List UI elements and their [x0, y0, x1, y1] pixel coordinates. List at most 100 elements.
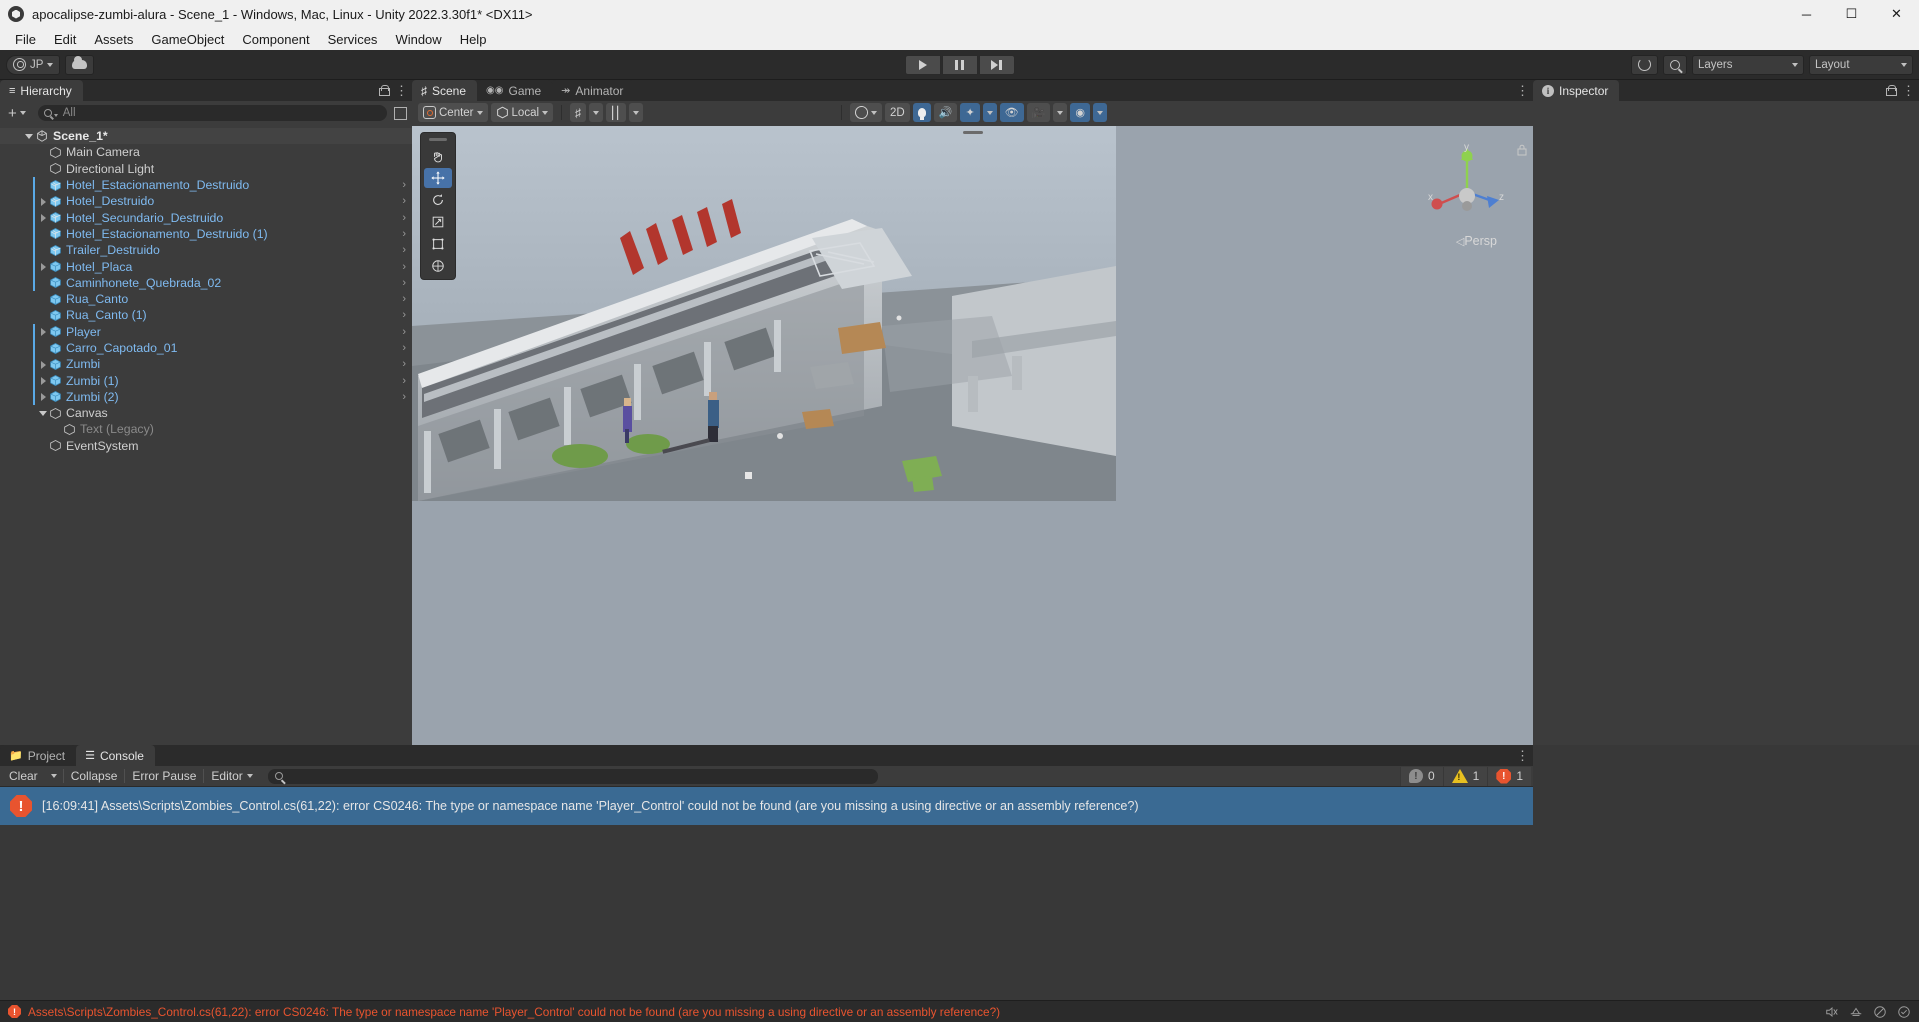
scene-fx-dropdown[interactable]	[982, 103, 997, 122]
prefab-open-arrow-icon[interactable]: ›	[402, 212, 406, 224]
prefab-open-arrow-icon[interactable]: ›	[402, 391, 406, 403]
gizmos-button[interactable]: ◉	[1070, 103, 1090, 122]
rotate-tool-button[interactable]	[424, 190, 452, 210]
scene-lighting-dropdown[interactable]	[850, 103, 883, 122]
hierarchy-item-directional-light[interactable]: Directional Light	[0, 161, 412, 177]
pivot-mode-dropdown[interactable]: Center	[418, 103, 488, 122]
move-tool-button[interactable]	[424, 168, 452, 188]
chevron-right-icon[interactable]	[38, 359, 49, 370]
scene-tools-overlay[interactable]	[420, 132, 456, 280]
hierarchy-item-caminhonete-quebrada-02[interactable]: Caminhonete_Quebrada_02 ›	[0, 274, 412, 291]
grid-dropdown[interactable]	[589, 103, 604, 122]
hierarchy-item-hotel-estacionamento-destruido[interactable]: Hotel_Estacionamento_Destruido ›	[0, 176, 412, 194]
cloud-button[interactable]	[65, 54, 95, 75]
progress-icon[interactable]	[1897, 1005, 1911, 1019]
hierarchy-item-zumbi-1[interactable]: Zumbi (1) ›	[0, 372, 412, 389]
add-gameobject-button[interactable]: +	[5, 105, 29, 122]
minimize-button[interactable]: ─	[1784, 0, 1829, 28]
menu-gameobject[interactable]: GameObject	[142, 30, 233, 49]
prefab-open-arrow-icon[interactable]: ›	[402, 179, 406, 191]
tab-console[interactable]: ☰ Console	[76, 745, 155, 766]
expand-collapse-icon[interactable]	[394, 106, 407, 120]
console-message-list[interactable]: ! [16:09:41] Assets\Scripts\Zombies_Cont…	[0, 787, 1533, 1000]
menu-assets[interactable]: Assets	[85, 30, 142, 49]
scene-projection-label[interactable]: ◁Persp	[1456, 234, 1497, 248]
tab-scene[interactable]: ♯ Scene	[412, 80, 478, 101]
clear-button[interactable]: Clear	[2, 767, 45, 786]
close-button[interactable]: ✕	[1874, 0, 1919, 28]
tab-animator[interactable]: ↠ Animator	[552, 80, 635, 101]
menu-file[interactable]: File	[6, 30, 45, 49]
tab-project[interactable]: 📁 Project	[0, 745, 77, 766]
maximize-button[interactable]: ☐	[1829, 0, 1874, 28]
search-button[interactable]	[1663, 54, 1687, 75]
menu-services[interactable]: Services	[319, 30, 387, 49]
prefab-open-arrow-icon[interactable]: ›	[402, 375, 406, 387]
scene-camera-dropdown[interactable]	[1053, 103, 1068, 122]
editor-dropdown[interactable]: Editor	[204, 767, 259, 786]
menu-component[interactable]: Component	[233, 30, 318, 49]
hidden-objects-button[interactable]: 👁	[999, 103, 1024, 122]
prefab-open-arrow-icon[interactable]: ›	[402, 261, 406, 273]
chevron-right-icon[interactable]	[38, 196, 49, 207]
prefab-open-arrow-icon[interactable]: ›	[402, 342, 406, 354]
hierarchy-item-trailer-destruido[interactable]: Trailer_Destruido ›	[0, 242, 412, 259]
hierarchy-item-hotel-destruido[interactable]: Hotel_Destruido ›	[0, 193, 412, 210]
pause-button[interactable]	[941, 54, 978, 75]
tab-game[interactable]: ◉◉ Game	[477, 80, 553, 101]
hierarchy-item-rua-canto-1[interactable]: Rua_Canto (1) ›	[0, 307, 412, 323]
prefab-open-arrow-icon[interactable]: ›	[402, 195, 406, 207]
info-count[interactable]: ! 0	[1399, 766, 1443, 786]
status-message[interactable]: Assets\Scripts\Zombies_Control.cs(61,22)…	[28, 1005, 1000, 1019]
hierarchy-item-hotel-estacionamento-destruido-1[interactable]: Hotel_Estacionamento_Destruido (1) ›	[0, 225, 412, 243]
scene-camera-button[interactable]: 🎥	[1026, 103, 1051, 122]
scene-lighting-toggle[interactable]	[912, 103, 931, 122]
lock-icon[interactable]	[379, 85, 390, 96]
warning-count[interactable]: 1	[1442, 766, 1488, 786]
play-button[interactable]	[904, 54, 941, 75]
scene-lock-icon[interactable]	[1517, 144, 1527, 156]
hierarchy-item-carro-capotado-01[interactable]: Carro_Capotado_01 ›	[0, 339, 412, 357]
hierarchy-item-canvas[interactable]: Canvas	[0, 405, 412, 421]
prefab-open-arrow-icon[interactable]: ›	[402, 293, 406, 305]
collapse-toggle[interactable]: Collapse	[64, 767, 125, 786]
overlay-drag-handle[interactable]	[429, 138, 447, 141]
prefab-open-arrow-icon[interactable]: ›	[402, 358, 406, 370]
menu-help[interactable]: Help	[451, 30, 496, 49]
scene-viewport[interactable]: y x z ◁Persp	[412, 126, 1533, 745]
collab-icon[interactable]	[1849, 1005, 1863, 1019]
rect-tool-button[interactable]	[424, 234, 452, 254]
hand-tool-button[interactable]	[424, 146, 452, 166]
menu-edit[interactable]: Edit	[45, 30, 85, 49]
hierarchy-item-text-legacy[interactable]: Text (Legacy)	[0, 421, 412, 437]
chevron-right-icon[interactable]	[38, 261, 49, 272]
undo-history-button[interactable]	[1631, 54, 1658, 75]
scene-overlay-handle[interactable]	[962, 131, 983, 134]
hierarchy-item-rua-canto[interactable]: Rua_Canto ›	[0, 291, 412, 307]
clear-dropdown[interactable]	[45, 767, 63, 786]
console-message-row[interactable]: ! [16:09:41] Assets\Scripts\Zombies_Cont…	[0, 787, 1533, 825]
hierarchy-item-player[interactable]: Player ›	[0, 323, 412, 340]
hierarchy-item-zumbi-2[interactable]: Zumbi (2) ›	[0, 388, 412, 406]
transform-tool-button[interactable]	[424, 256, 452, 276]
inspector-menu-icon[interactable]: ⋮	[1902, 84, 1915, 97]
chevron-right-icon[interactable]	[38, 391, 49, 402]
console-search-input[interactable]	[267, 768, 878, 784]
snap-dropdown[interactable]	[629, 103, 644, 122]
hierarchy-item-main-camera[interactable]: Main Camera	[0, 144, 412, 160]
scene-fx-button[interactable]: ✦	[960, 103, 980, 122]
snap-increment-button[interactable]: ⎢⎢	[606, 103, 627, 122]
hierarchy-list[interactable]: Scene_1* Main Camera Directional Light Hote…	[0, 128, 412, 745]
console-menu-icon[interactable]: ⋮	[1516, 749, 1529, 762]
scene-audio-toggle[interactable]: 🔊	[933, 103, 958, 122]
error-pause-toggle[interactable]: Error Pause	[125, 767, 203, 786]
chevron-right-icon[interactable]	[38, 375, 49, 386]
handle-space-dropdown[interactable]: Local	[490, 103, 554, 122]
toggle-2d-button[interactable]: 2D	[885, 103, 910, 122]
error-count[interactable]: ! 1	[1487, 766, 1531, 786]
audio-mute-icon[interactable]	[1825, 1005, 1839, 1019]
menu-window[interactable]: Window	[386, 30, 450, 49]
scene-axis-gizmo[interactable]: y x z	[1425, 142, 1509, 228]
grid-axis-button[interactable]: ♯	[570, 103, 587, 122]
scale-tool-button[interactable]	[424, 212, 452, 232]
